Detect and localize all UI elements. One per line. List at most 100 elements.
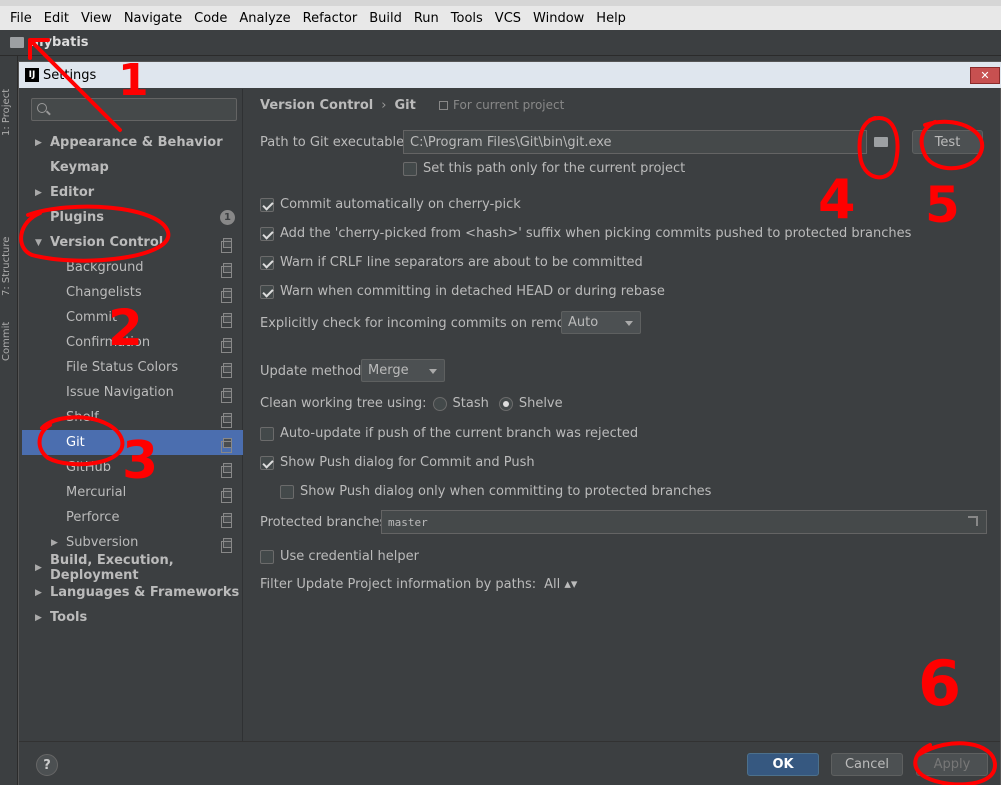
menu-analyze[interactable]: Analyze	[233, 11, 296, 26]
sidebar-item-perforce[interactable]: Perforce	[22, 505, 243, 530]
screen: File Edit View Navigate Code Analyze Refactor B…	[0, 0, 1001, 785]
menu-help[interactable]: Help	[590, 11, 632, 26]
sidebar-item-label: Appearance & Behavior	[50, 135, 223, 150]
current-project-only-checkbox-row[interactable]: Set this path only for the current proje…	[403, 161, 685, 176]
breadcrumb-parent: Version Control	[260, 98, 374, 113]
cherry-pick-row[interactable]: Commit automatically on cherry-pick	[260, 197, 521, 212]
collapsed-arrow-icon[interactable]: ▶	[51, 538, 58, 548]
current-project-only-checkbox[interactable]	[403, 161, 417, 176]
sidebar-item-git[interactable]: Git	[22, 430, 243, 455]
protected-branches-field[interactable]: master	[381, 510, 987, 534]
dialog-title: Settings	[43, 67, 97, 83]
filter-update-row: Filter Update Project information by pat…	[260, 577, 577, 592]
menu-build[interactable]: Build	[363, 11, 408, 26]
intellij-logo-icon: IJ	[25, 68, 39, 82]
incoming-commits-value: Auto	[568, 315, 599, 330]
shelve-radio[interactable]	[498, 396, 513, 411]
detached-head-checkbox[interactable]	[260, 284, 274, 299]
stash-radio[interactable]	[432, 396, 447, 411]
breadcrumb: Version Control › Git	[260, 98, 416, 113]
ok-button[interactable]: OK	[747, 753, 819, 776]
sidebar-item-label: Background	[66, 260, 144, 275]
menu-file[interactable]: File	[4, 11, 38, 26]
cancel-button[interactable]: Cancel	[831, 753, 903, 776]
sidebar-item-version-control[interactable]: ▼ Version Control	[22, 230, 243, 255]
git-path-field[interactable]: C:\Program Files\Git\bin\git.exe	[403, 130, 867, 154]
help-icon[interactable]: ?	[36, 754, 58, 776]
menu-edit[interactable]: Edit	[38, 11, 75, 26]
update-count-badge: 1	[220, 210, 235, 225]
update-method-select[interactable]: Merge	[361, 359, 445, 382]
sidebar-item-keymap[interactable]: Keymap	[22, 155, 243, 180]
update-method-value: Merge	[368, 363, 409, 378]
crlf-row[interactable]: Warn if CRLF line separators are about t…	[260, 255, 643, 270]
sidebar-item-languages-frameworks[interactable]: ▶ Languages & Frameworks	[22, 580, 243, 605]
clean-tree-row: Clean working tree using: Stash Shelve	[260, 396, 563, 411]
sidebar-item-mercurial[interactable]: Mercurial	[22, 480, 243, 505]
push-dialog-protected-row[interactable]: Show Push dialog only when committing to…	[280, 484, 711, 499]
crlf-checkbox[interactable]	[260, 255, 274, 270]
push-dialog-row[interactable]: Show Push dialog for Commit and Push	[260, 455, 535, 470]
sidebar-item-confirmation[interactable]: Confirmation	[22, 330, 243, 355]
test-button[interactable]: Test	[912, 130, 983, 154]
auto-update-label: Auto-update if push of the current branc…	[280, 426, 639, 441]
credential-helper-checkbox[interactable]	[260, 549, 274, 564]
menu-view[interactable]: View	[75, 11, 118, 26]
cherry-pick-checkbox[interactable]	[260, 197, 274, 212]
collapsed-arrow-icon[interactable]: ▶	[35, 563, 42, 573]
cherry-suffix-row[interactable]: Add the 'cherry-picked from <hash>' suff…	[260, 226, 911, 241]
push-dialog-protected-checkbox[interactable]	[280, 484, 294, 499]
menu-run[interactable]: Run	[408, 11, 445, 26]
sidebar-item-file-status-colors[interactable]: File Status Colors	[22, 355, 243, 380]
detached-head-row[interactable]: Warn when committing in detached HEAD or…	[260, 284, 665, 299]
sidebar-item-tools[interactable]: ▶ Tools	[22, 605, 243, 630]
menu-vcs[interactable]: VCS	[489, 11, 527, 26]
tool-window-strip: 1: Project 7: Structure Commit	[0, 56, 18, 785]
push-dialog-checkbox[interactable]	[260, 455, 274, 470]
sidebar-item-appearance-behavior[interactable]: ▶ Appearance & Behavior	[22, 130, 243, 155]
auto-update-checkbox[interactable]	[260, 426, 274, 441]
menu-code[interactable]: Code	[188, 11, 233, 26]
sidebar-item-subversion[interactable]: ▶ Subversion	[22, 530, 243, 555]
sidebar-item-label: Plugins	[50, 210, 104, 225]
collapsed-arrow-icon[interactable]: ▶	[35, 138, 42, 148]
browse-folder-icon[interactable]	[874, 137, 888, 147]
filter-update-label: Filter Update Project information by pat…	[260, 577, 537, 592]
auto-update-row[interactable]: Auto-update if push of the current branc…	[260, 426, 638, 441]
project-level-icon	[221, 337, 232, 353]
sidebar-item-build-execution-deployment[interactable]: ▶ Build, Execution, Deployment	[22, 553, 243, 583]
sidebar-item-shelf[interactable]: Shelf	[22, 405, 243, 430]
sidebar-item-editor[interactable]: ▶ Editor	[22, 180, 243, 205]
sidebar-item-commit[interactable]: Commit	[22, 305, 243, 330]
cherry-suffix-checkbox[interactable]	[260, 226, 274, 241]
sidebar-item-changelists[interactable]: Changelists	[22, 280, 243, 305]
structure-tool-tab[interactable]: 7: Structure	[1, 206, 17, 296]
push-dialog-protected-label: Show Push dialog only when committing to…	[300, 484, 712, 499]
menu-refactor[interactable]: Refactor	[297, 11, 364, 26]
close-icon[interactable]: ✕	[970, 67, 1000, 84]
apply-button[interactable]: Apply	[916, 753, 988, 776]
collapsed-arrow-icon[interactable]: ▶	[35, 188, 42, 198]
search-input[interactable]	[31, 98, 237, 121]
project-tool-tab[interactable]: 1: Project	[1, 66, 17, 136]
sidebar-item-plugins[interactable]: Plugins 1	[22, 205, 243, 230]
incoming-commits-select[interactable]: Auto	[561, 311, 641, 334]
sidebar-item-label: File Status Colors	[66, 360, 179, 375]
filter-update-select[interactable]: All ▴▾	[544, 577, 577, 592]
sidebar-item-issue-navigation[interactable]: Issue Navigation	[22, 380, 243, 405]
sidebar-item-github[interactable]: GitHub	[22, 455, 243, 480]
menu-window[interactable]: Window	[527, 11, 590, 26]
git-settings-panel: Version Control › Git For current projec…	[244, 89, 1001, 741]
expanded-arrow-icon[interactable]: ▼	[35, 238, 42, 248]
menu-navigate[interactable]: Navigate	[118, 11, 188, 26]
credential-helper-row[interactable]: Use credential helper	[260, 549, 419, 564]
menu-tools[interactable]: Tools	[445, 11, 489, 26]
sidebar-item-label: Subversion	[66, 535, 139, 550]
commit-tool-tab[interactable]: Commit	[1, 301, 17, 361]
project-name[interactable]: mybatis	[30, 35, 89, 50]
collapsed-arrow-icon[interactable]: ▶	[35, 613, 42, 623]
expand-icon[interactable]	[968, 516, 978, 526]
project-level-icon	[221, 387, 232, 403]
collapsed-arrow-icon[interactable]: ▶	[35, 588, 42, 598]
sidebar-item-background[interactable]: Background	[22, 255, 243, 280]
